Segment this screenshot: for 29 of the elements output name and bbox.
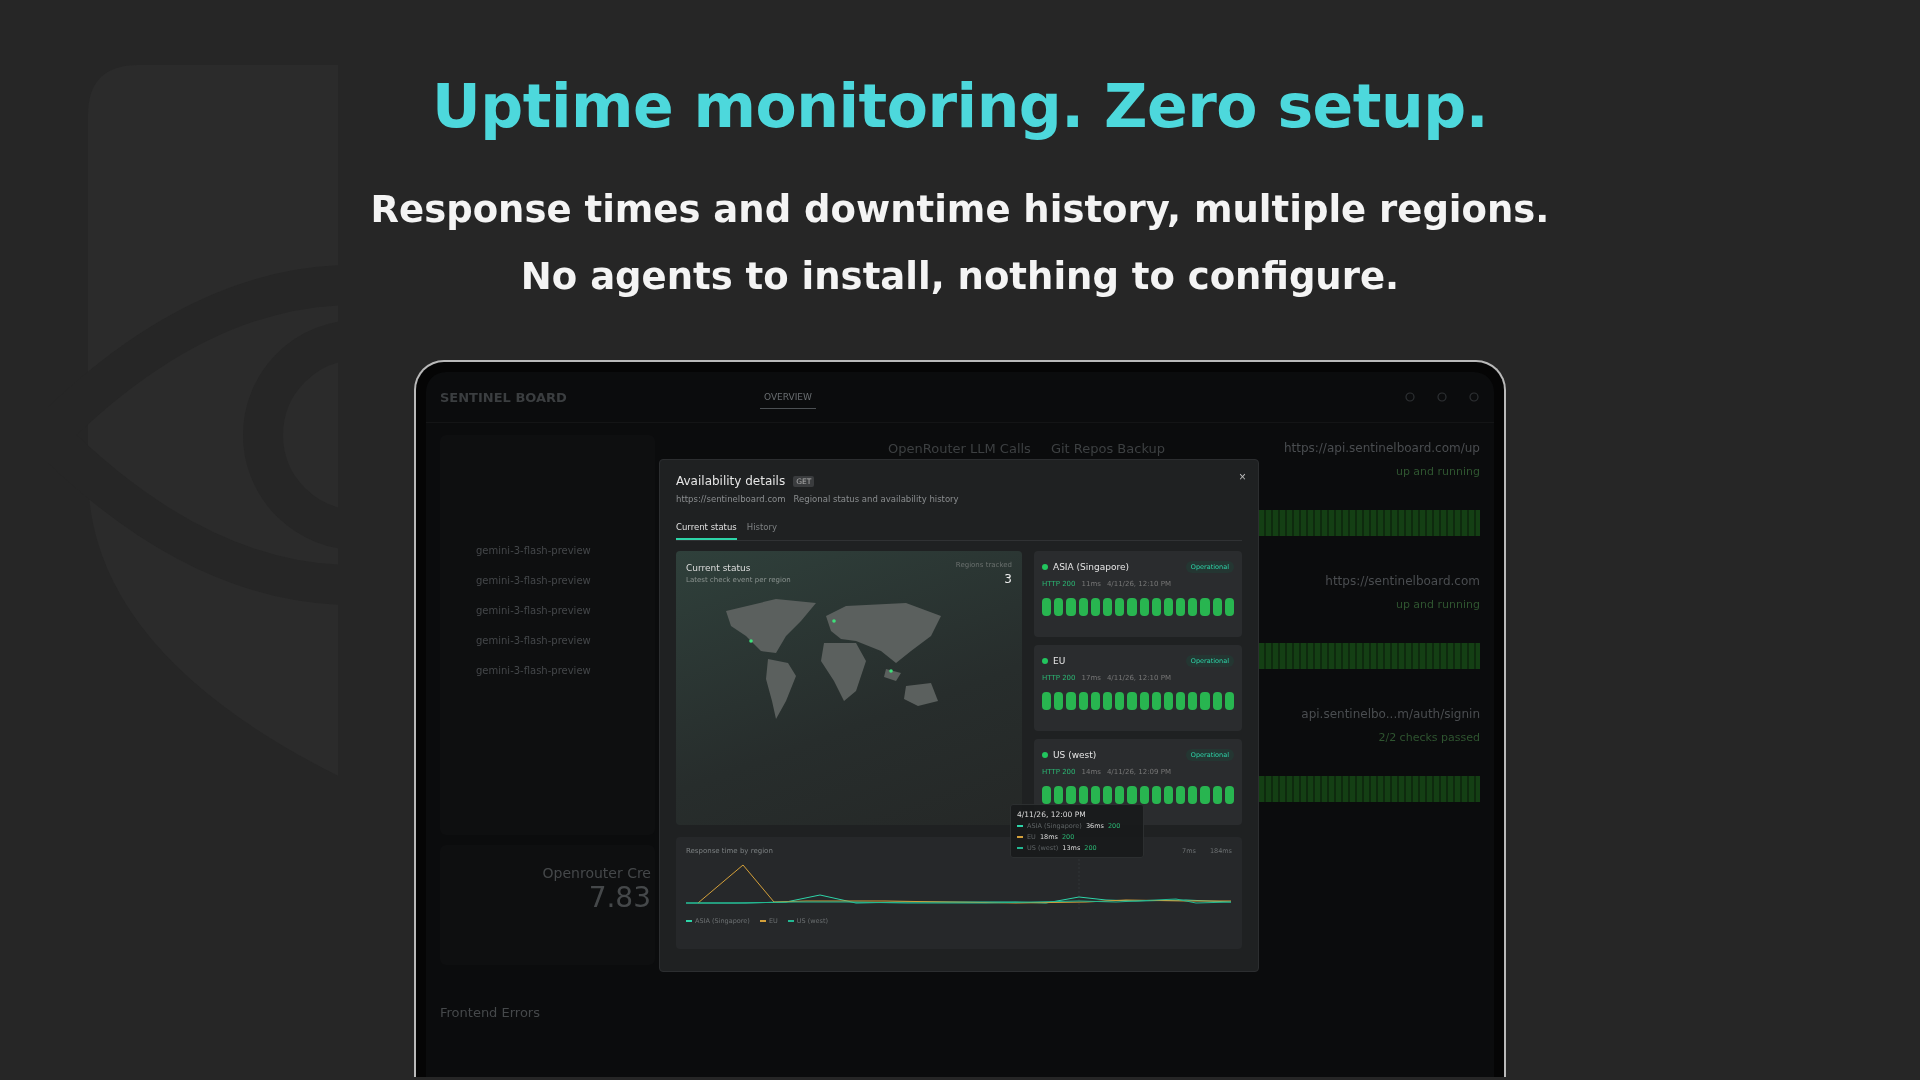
call-row-title: gemini-3-flash-preview [475,575,591,586]
call-row-title: gemini-3-flash-preview [475,635,591,646]
close-button[interactable]: × [1237,468,1248,486]
monitor-status: 2/2 checks passed [1378,731,1480,744]
region-name: ASIA (Singapore) [1053,562,1130,572]
panel-title: Frontend Errors [440,1005,540,1020]
tab[interactable]: History [746,518,777,540]
subheadline: Response times and downtime history, multiple regions. [370,187,1550,233]
credits-title: Openrouter Cre [542,865,651,881]
monitor-url: https://api.sentinelboard.com/up [1283,441,1480,455]
nav-tab[interactable]: OVERVIEW [760,385,816,409]
monitor-url: https://sentinelboard.com [1325,574,1480,588]
dialog-title: Availability details [676,474,786,488]
tab[interactable]: Current status [676,518,737,540]
call-row-title: gemini-3-flash-preview [475,545,591,556]
headline: Uptime monitoring. Zero setup. [432,70,1488,143]
credits-value: 7.83 [588,881,651,914]
dialog-subtitle: Regional status and availability history [793,494,959,504]
monitor-url: https://sentinelboard.com [676,494,786,504]
monitor-status: up and running [1395,465,1480,478]
call-row-title: gemini-3-flash-preview [475,605,591,616]
subheadline: No agents to install, nothing to configure. [520,254,1400,300]
call-row-title: gemini-3-flash-preview [475,665,591,676]
monitor-status: up and running [1395,598,1480,611]
region-name: EU [1053,656,1067,666]
counter-value: 3 [1004,572,1012,586]
region-name: US (west) [1053,750,1098,760]
panel-title: Current status [686,563,751,573]
monitor-url: api.sentinelbo...m/auth/signin [1301,707,1480,721]
